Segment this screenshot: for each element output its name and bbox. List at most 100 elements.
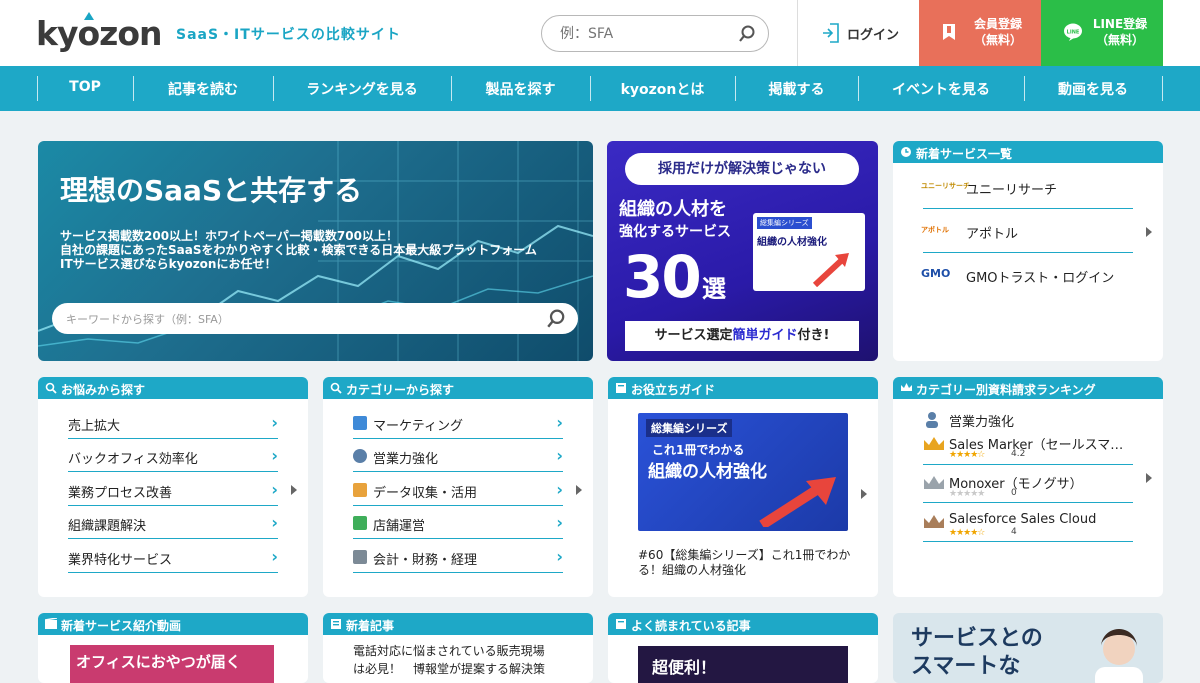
book-icon: [616, 383, 626, 393]
sales-person-icon: [353, 449, 367, 463]
rating-score: 4.2: [1011, 449, 1026, 459]
article-icon: [331, 619, 341, 629]
divider: [353, 438, 563, 439]
nav-item-videos[interactable]: 動画を見る: [1024, 79, 1162, 99]
guide-card: お役立ちガイド 総集編シリーズ これ1冊でわかる 組織の人材強化 #60【総集編…: [608, 377, 878, 597]
categories-card: カテゴリーから探す マーケティング › 営業力強化 › データ収集・活用 › 店舗運営…: [323, 377, 593, 597]
article-title[interactable]: 電話対応に悩まされている販売現場 は必見！ 博報堂が提案する解決策: [353, 642, 545, 678]
login-button[interactable]: ログイン: [797, 0, 919, 66]
hero-description: サービス掲載数200以上！ホワイトペーパー掲載数700以上！ 自社の課題にあった…: [60, 229, 537, 271]
worry-item[interactable]: 業務プロセス改善 ›: [68, 474, 278, 506]
promo-bar-suffix: 付き!: [797, 328, 830, 343]
article-title-line2: は必見！ 博報堂が提案する解決策: [353, 662, 546, 676]
popular-articles-card: よく読まれている記事 超便利！: [608, 613, 878, 683]
arrow-illustration: [759, 477, 836, 527]
nav-item-products[interactable]: 製品を探す: [451, 79, 590, 99]
category-item[interactable]: マーケティング ›: [353, 407, 563, 439]
ranking-row[interactable]: Sales Marker（セールスマ… ★★★★☆ 4.2: [923, 432, 1133, 464]
new-articles-card: 新着記事 電話対応に悩まされている販売現場 は必見！ 博報堂が提案する解決策: [323, 613, 593, 683]
search-icon: [45, 382, 57, 394]
nav-item-top[interactable]: TOP: [37, 79, 133, 99]
line-sub: （無料）: [1095, 33, 1144, 47]
card-header: お悩みから探す: [38, 377, 308, 399]
hero-banner: 理想のSaaSと共存する サービス掲載数200以上！ホワイトペーパー掲載数700…: [38, 141, 593, 361]
video-thumbnail[interactable]: オフィスにおやつが届く: [70, 645, 274, 683]
search-icon[interactable]: [546, 309, 566, 329]
hero-search[interactable]: キーワードから探す（例：SFA）: [52, 303, 578, 334]
member-sub: （無料）: [973, 33, 1022, 47]
nav-item-articles[interactable]: 記事を読む: [133, 79, 273, 99]
nav-item-events[interactable]: イベントを見る: [858, 79, 1024, 99]
header-search-input[interactable]: [560, 24, 730, 44]
store-icon: [353, 516, 367, 530]
divider: [68, 572, 278, 573]
ranking-row[interactable]: Monoxer（モノグサ） ★★★★★ 0: [923, 471, 1133, 503]
video-icon: [45, 618, 57, 629]
member-register-button[interactable]: 会員登録 （無料）: [919, 0, 1041, 66]
card-title: カテゴリー別資料請求ランキング: [916, 383, 1096, 397]
guide-catch: これ1冊でわかる: [652, 443, 745, 457]
category-item[interactable]: 営業力強化 ›: [353, 440, 563, 472]
chevron-right-icon: ›: [556, 446, 563, 465]
gmo-logo: GMO: [921, 267, 951, 280]
divider: [353, 505, 563, 506]
category-item[interactable]: データ収集・活用 ›: [353, 474, 563, 506]
carousel-next-icon[interactable]: [1146, 227, 1152, 237]
worry-item[interactable]: 売上拡大 ›: [68, 407, 278, 439]
ad-text-line1: サービスとの: [911, 626, 1043, 651]
card-title: お悩みから探す: [61, 383, 146, 397]
nav-item-ranking[interactable]: ランキングを見る: [273, 79, 451, 99]
chevron-right-icon: ›: [556, 547, 563, 566]
marketing-icon: [353, 416, 367, 430]
header-search[interactable]: [541, 15, 769, 52]
nav-item-about[interactable]: kyozonとは: [590, 79, 735, 99]
category-item[interactable]: 店舗運営 ›: [353, 507, 563, 539]
promo-bar: サービス選定簡単ガイド付き!: [625, 321, 859, 351]
carousel-next-icon[interactable]: [861, 489, 867, 499]
worry-item[interactable]: バックオフィス効率化 ›: [68, 440, 278, 472]
worry-item[interactable]: 組織課題解決 ›: [68, 507, 278, 539]
search-icon[interactable]: [738, 25, 756, 43]
carousel-next-icon[interactable]: [291, 485, 297, 495]
worry-label: 売上拡大: [68, 419, 121, 434]
rating-stars: ★★★★☆: [949, 450, 985, 460]
person-photo: [1095, 629, 1143, 683]
hero-title: 理想のSaaSと共存する: [60, 174, 363, 207]
chevron-right-icon: ›: [556, 480, 563, 499]
ad-banner[interactable]: サービスとの スマートな: [893, 613, 1163, 683]
article-title-line1: 電話対応に悩まされている販売現場: [353, 644, 545, 658]
promo-banner[interactable]: 採用だけが解決策じゃない 組織の人材を 強化するサービス 30 選 総集編シリーズ…: [607, 141, 878, 361]
category-label: 営業力強化: [373, 452, 439, 467]
service-item[interactable]: アポトル アポトル: [921, 223, 1133, 253]
carousel-next-icon[interactable]: [576, 485, 582, 495]
guide-thumbnail[interactable]: 総集編シリーズ これ1冊でわかる 組織の人材強化: [638, 413, 848, 531]
line-register-button[interactable]: LINE LINE登録 （無料）: [1041, 0, 1163, 66]
promo-book-title: 組織の人材強化: [757, 237, 827, 248]
book-icon: [616, 619, 626, 629]
nav-item-listing[interactable]: 掲載する: [735, 79, 858, 99]
ad-text-line2: スマートな: [911, 654, 1021, 679]
category-label: 店舗運営: [373, 519, 426, 534]
site-logo[interactable]: kyozon: [36, 14, 163, 53]
divider: [923, 464, 1133, 465]
divider: [923, 208, 1133, 209]
popular-article-thumbnail[interactable]: 超便利！: [638, 646, 848, 683]
hero-search-placeholder[interactable]: キーワードから探す（例：SFA）: [66, 311, 229, 327]
carousel-next-icon[interactable]: [1146, 473, 1152, 483]
service-item[interactable]: GMO GMOトラスト・ログイン: [921, 267, 1133, 297]
new-services-card: 新着サービス一覧 ユニーリサーチ ユニーリサーチ アポトル アポトル GMO GMOト…: [893, 141, 1163, 361]
login-icon: [823, 23, 839, 43]
ranking-card: カテゴリー別資料請求ランキング 営業力強化 Sales Marker（セールスマ…: [893, 377, 1163, 597]
arrow-illustration: [813, 253, 849, 287]
category-item[interactable]: 会計・財務・経理 ›: [353, 541, 563, 573]
unie-research-logo: ユニーリサーチ: [921, 182, 970, 190]
service-item[interactable]: ユニーリサーチ ユニーリサーチ: [921, 179, 1133, 209]
worry-item[interactable]: 業界特化サービス ›: [68, 541, 278, 573]
ranking-row[interactable]: Salesforce Sales Cloud ★★★★☆ 4: [923, 510, 1133, 542]
login-label: ログイン: [847, 28, 900, 43]
card-title: 新着サービス紹介動画: [61, 619, 182, 633]
rating-stars: ★★★★☆: [949, 528, 985, 538]
logo-accent: [84, 12, 94, 20]
guide-caption[interactable]: #60【総集編シリーズ】これ1冊でわかる！組織の人材強化: [638, 548, 852, 578]
rating-score: 0: [1011, 488, 1017, 498]
